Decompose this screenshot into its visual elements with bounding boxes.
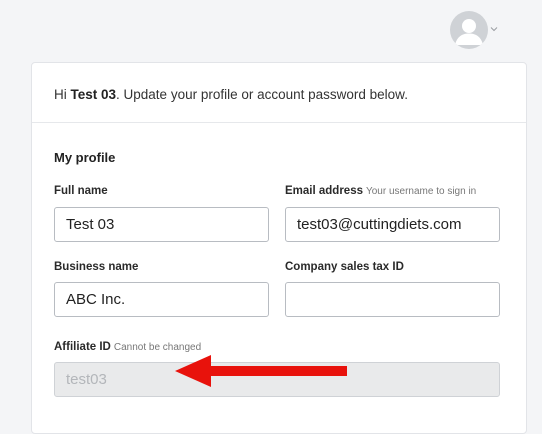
section-title: My profile xyxy=(54,150,116,165)
greeting-user-name: Test 03 xyxy=(70,87,117,102)
red-arrow-annotation xyxy=(175,355,347,387)
email-hint: Your username to sign in xyxy=(365,186,477,197)
account-menu-button[interactable] xyxy=(450,11,502,51)
sales-tax-id-label: Company sales tax ID xyxy=(285,261,404,273)
email-label: Email address Your username to sign in xyxy=(285,185,477,197)
greeting-text: Hi Test 03. Update your profile or accou… xyxy=(54,87,408,102)
divider xyxy=(32,122,526,123)
business-name-input[interactable] xyxy=(54,282,269,317)
top-bar xyxy=(0,0,542,58)
full-name-input[interactable] xyxy=(54,207,269,242)
arrow-shape xyxy=(175,355,347,387)
chevron-down-icon xyxy=(490,27,498,32)
sales-tax-id-input[interactable] xyxy=(285,282,500,317)
email-input[interactable] xyxy=(285,207,500,242)
full-name-label: Full name xyxy=(54,185,108,197)
business-name-label: Business name xyxy=(54,261,139,273)
user-avatar-icon xyxy=(450,11,488,49)
